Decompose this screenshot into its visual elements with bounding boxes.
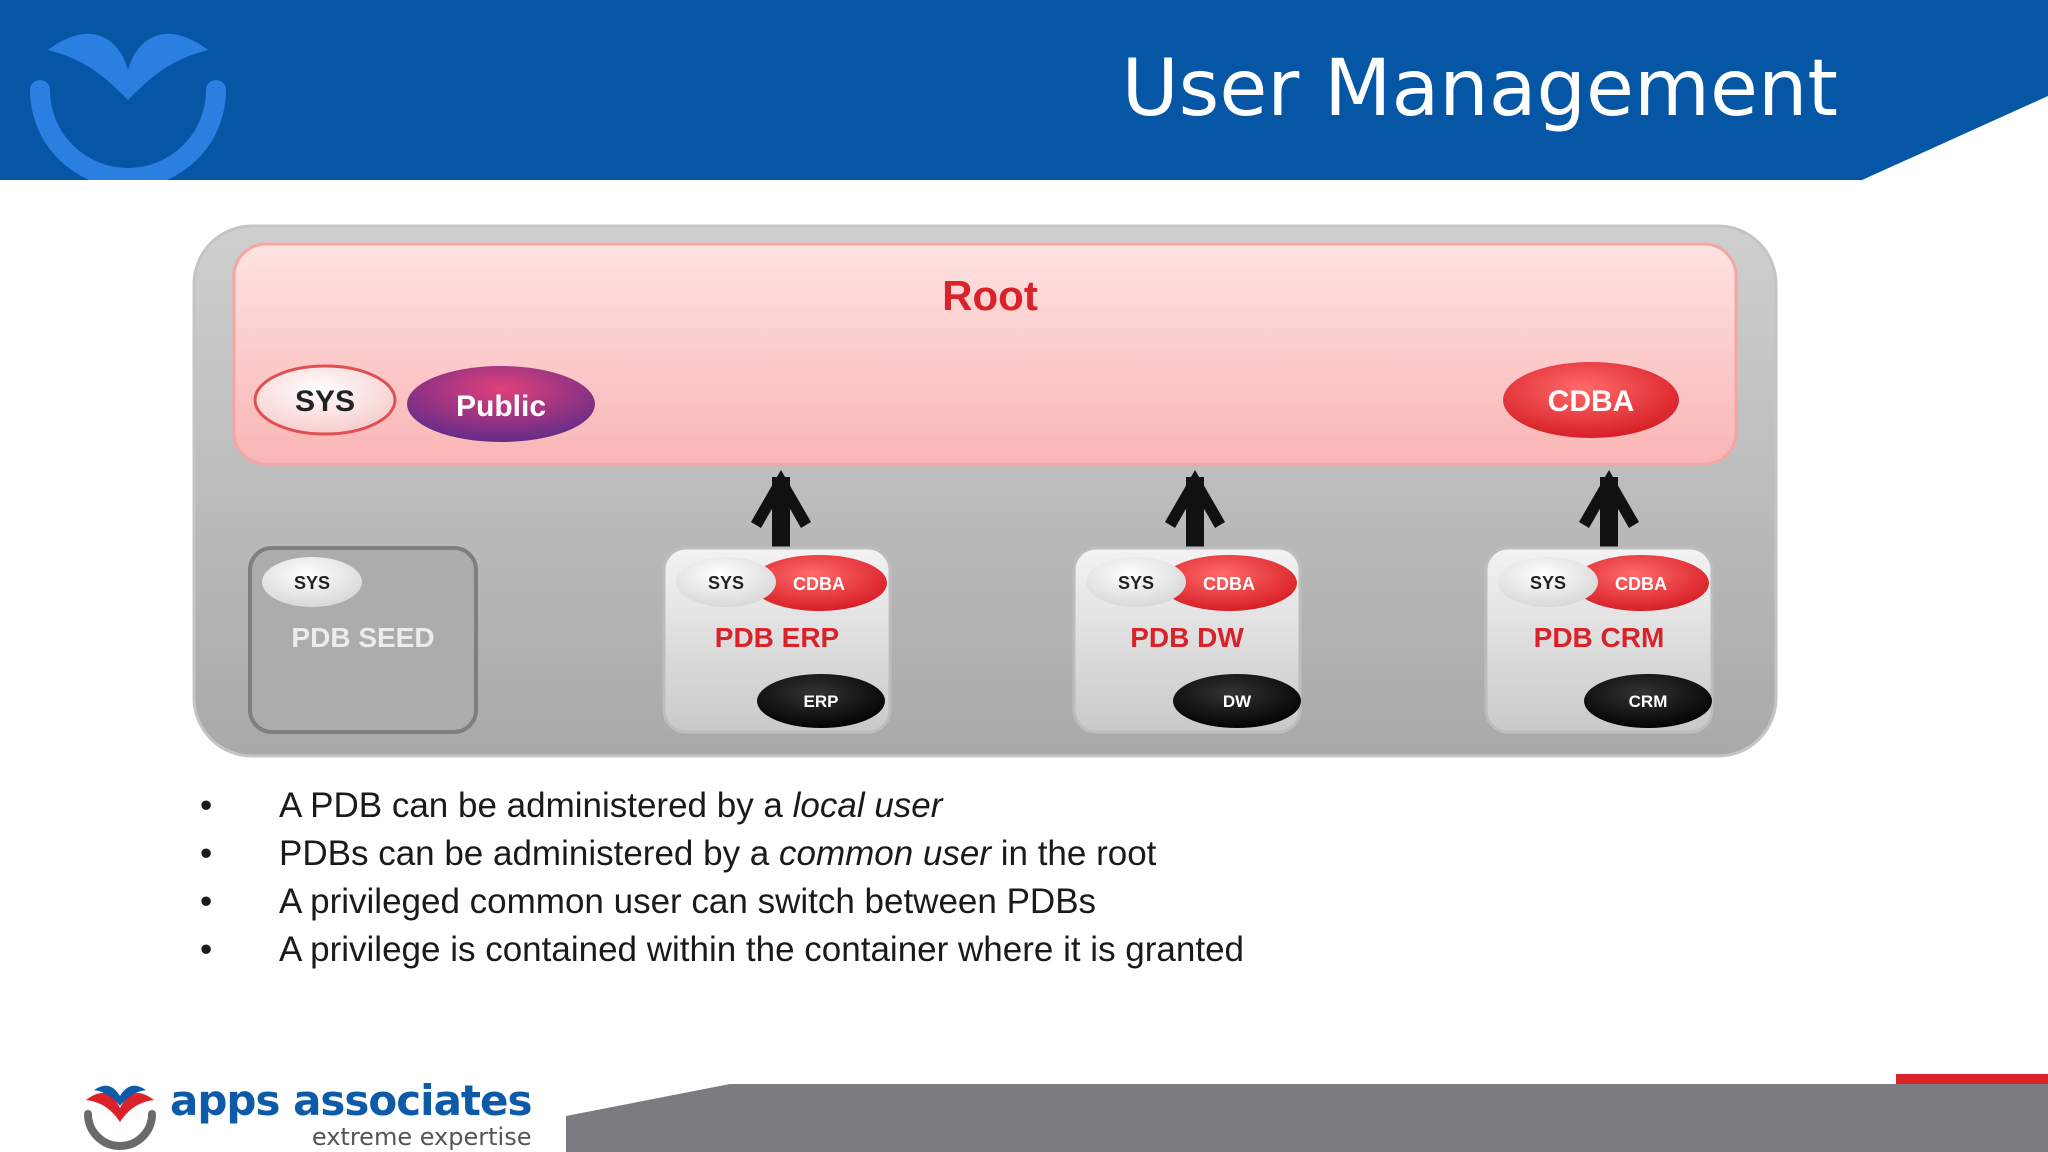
bullet-emphasis: common user (778, 834, 992, 873)
bullet-glyph: • (200, 786, 213, 825)
pdb-seed: SYS PDB SEED (248, 546, 478, 734)
bullet-text: PDBs can be administered by a (279, 834, 779, 873)
root-user-cdba: CDBA (1503, 362, 1679, 438)
brand-logo-icon (84, 1085, 156, 1150)
list-item: • A PDB can be administered by a local us… (200, 782, 1244, 830)
brand-name: apps associates (170, 1076, 532, 1125)
bullet-glyph: • (200, 882, 213, 921)
pdb-dw-local-user: DW (1223, 692, 1252, 711)
pdb-crm-label: PDB CRM (1534, 622, 1665, 653)
root-user-sys-label: SYS (295, 385, 355, 418)
bullet-text: A privilege is contained within the cont… (279, 930, 1244, 969)
bullet-glyph: • (200, 834, 213, 873)
root-label: Root (942, 272, 1038, 319)
pdb-dw: SYS CDBA PDB DW DW (1072, 546, 1302, 734)
root-user-public-label: Public (456, 390, 546, 423)
pdb-dw-user-cdba: CDBA (1203, 574, 1255, 594)
list-item: • A privilege is contained within the con… (200, 926, 1244, 974)
pdb-seed-label: PDB SEED (291, 622, 434, 653)
root-user-sys: SYS (253, 364, 397, 436)
pdb-erp-user-sys: SYS (708, 573, 744, 593)
pdb-crm-local-user: CRM (1629, 692, 1668, 711)
bullet-glyph: • (200, 930, 213, 969)
pdb-dw-label: PDB DW (1130, 622, 1244, 653)
brand-tagline: extreme expertise (311, 1123, 532, 1151)
slide-title: User Management (1121, 44, 1838, 134)
pdb-erp: SYS CDBA PDB ERP ERP (662, 546, 892, 734)
brand: apps associates extreme expertise (170, 1076, 532, 1151)
pdb-crm: SYS CDBA PDB CRM CRM (1484, 546, 1714, 734)
list-item: • A privileged common user can switch bet… (200, 878, 1244, 926)
bullet-text: A PDB can be administered by a (279, 786, 793, 825)
pdb-crm-user-sys: SYS (1530, 573, 1566, 593)
pdb-erp-local-user: ERP (804, 692, 839, 711)
pdb-erp-label: PDB ERP (715, 622, 839, 653)
root-user-cdba-label: CDBA (1548, 385, 1635, 418)
pdb-erp-user-cdba: CDBA (793, 574, 845, 594)
pdb-crm-user-cdba: CDBA (1615, 574, 1667, 594)
bullet-emphasis: local user (792, 786, 943, 825)
pdb-dw-user-sys: SYS (1118, 573, 1154, 593)
bullet-text-end: in the root (991, 834, 1157, 873)
bullet-list: • A PDB can be administered by a local us… (200, 782, 1244, 974)
pdb-seed-user-sys: SYS (294, 573, 330, 593)
bullet-text: A privileged common user can switch betw… (279, 882, 1097, 921)
multitenant-diagram: Root SYS Public CDBA SYS PDB SEED SYS CD… (192, 224, 1778, 758)
list-item: • PDBs can be administered by a common us… (200, 830, 1244, 878)
root-user-public: Public (407, 366, 595, 442)
